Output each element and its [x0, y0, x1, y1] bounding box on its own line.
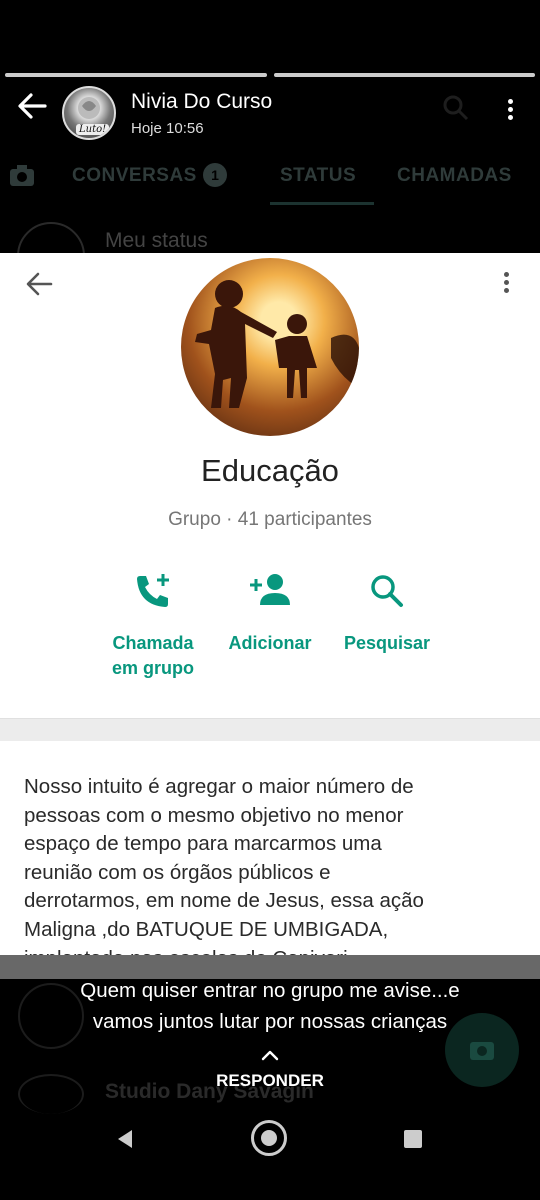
add-participant-label: Adicionar: [228, 633, 312, 653]
status-progress-bar-2: [274, 73, 535, 77]
description-line: derrotarmos, em nome de Jesus, essa ação: [24, 889, 424, 913]
card-more-options-button[interactable]: [496, 269, 516, 303]
mother-child-silhouette-icon: [195, 280, 359, 408]
add-participant-button[interactable]: Adicionar: [205, 571, 335, 656]
group-description: Nosso intuito é agregar o maior número d…: [24, 773, 516, 955]
call-add-icon: [137, 574, 169, 607]
more-options-button[interactable]: [500, 96, 520, 130]
back-button[interactable]: [14, 88, 50, 124]
section-divider: [0, 718, 540, 741]
triangle-back-icon: [118, 1130, 132, 1148]
description-line: pessoas com o mesmo objetivo no menor: [24, 803, 404, 827]
description-line: implantada nas escolas de Capivari.: [24, 945, 516, 955]
faded-search-icon: [442, 94, 470, 127]
tab-status: STATUS: [280, 165, 357, 186]
tab-chamadas: CHAMADAS: [397, 165, 512, 186]
faded-camera-icon: [8, 164, 36, 193]
contact-avatar[interactable]: Luto!: [62, 86, 116, 140]
search-icon: [371, 575, 403, 607]
caption-line-2: vamos juntos lutar por nossas crianças: [92, 1010, 448, 1033]
tab-conversas: CONVERSAS: [72, 165, 197, 186]
status-time: Hoje 10:56: [131, 120, 204, 137]
group-name: Educação: [201, 453, 339, 488]
contact-name: Nivia Do Curso: [131, 90, 273, 113]
status-progress-bar-1: [5, 73, 267, 77]
avatar-tag: Luto!: [76, 124, 110, 135]
chevron-up-icon[interactable]: [258, 1048, 282, 1062]
search-group-button[interactable]: Pesquisar: [322, 571, 452, 656]
caption-line-1: Quem quiser entrar no grupo me avise...e: [80, 979, 460, 1002]
card-back-button[interactable]: [24, 269, 58, 303]
person-add-icon: [250, 574, 290, 605]
group-info-card: Educação Grupo · 41 participantes Chamad…: [0, 253, 540, 955]
status-caption: Quem quiser entrar no grupo me avise...e…: [0, 975, 540, 1037]
my-status-label: Meu status: [105, 229, 208, 252]
home-circle-icon: [261, 1130, 277, 1146]
nav-recents-button[interactable]: [404, 1130, 422, 1148]
nav-back-button[interactable]: [114, 1128, 136, 1155]
arrow-left-icon: [26, 272, 53, 296]
group-call-label-2: em grupo: [111, 658, 194, 678]
unread-badge: 1: [203, 163, 227, 187]
description-line: Maligna ,do BATUQUE DE UMBIGADA,: [24, 917, 389, 941]
group-photo[interactable]: [181, 258, 359, 436]
tab-indicator: [270, 202, 374, 205]
description-line: Nosso intuito é agregar o maior número d…: [24, 775, 414, 798]
reply-button[interactable]: RESPONDER: [0, 1071, 540, 1091]
arrow-left-icon: [18, 93, 47, 119]
group-call-button[interactable]: Chamada em grupo: [88, 571, 218, 681]
nav-home-button[interactable]: [251, 1120, 287, 1156]
group-participants: Grupo · 41 participantes: [168, 509, 372, 530]
group-call-label-1: Chamada: [112, 633, 194, 653]
description-line: espaço de tempo para marcarmos uma: [24, 832, 382, 856]
description-line: reunião com os órgãos públicos e: [24, 860, 331, 884]
search-group-label: Pesquisar: [343, 633, 431, 653]
